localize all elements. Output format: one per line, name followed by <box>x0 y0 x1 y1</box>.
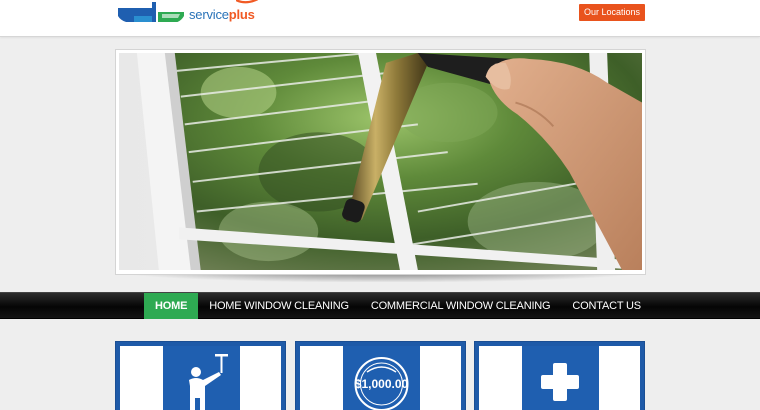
card-center: $1,000.00 <box>343 346 420 410</box>
logo-text-service: service <box>189 7 229 22</box>
our-locations-button[interactable]: Our Locations <box>579 4 645 21</box>
logo-text: serviceplus <box>189 8 255 22</box>
nav-item-home[interactable]: HOME <box>144 293 199 319</box>
logo-swoosh-icon <box>236 0 258 4</box>
guarantee-amount: $1,000.00 <box>354 377 409 391</box>
nav-item-commercial-window-cleaning[interactable]: COMMERCIAL WINDOW CLEANING <box>360 293 562 319</box>
main-nav: HOME HOME WINDOW CLEANING COMMERCIAL WIN… <box>0 292 760 319</box>
nav-item-home-window-cleaning[interactable]: HOME WINDOW CLEANING <box>198 293 360 319</box>
service-card-plus[interactable] <box>474 341 645 410</box>
plus-cross-icon <box>541 363 579 401</box>
site-header: serviceplus Our Locations <box>0 0 760 37</box>
service-card-guarantee[interactable]: $1,000.00 <box>295 341 466 410</box>
logo-text-plus: plus <box>228 7 255 22</box>
hero-banner <box>115 49 646 275</box>
nav-item-contact-us[interactable]: CONTACT US <box>561 293 652 319</box>
nav-items: HOME HOME WINDOW CLEANING COMMERCIAL WIN… <box>144 293 652 320</box>
logo-mark-icon <box>118 2 184 22</box>
service-card-home-cleaning[interactable] <box>115 341 286 410</box>
card-center <box>522 346 599 410</box>
window-cleaning-photo <box>119 53 642 270</box>
window-cleaner-icon <box>189 354 228 410</box>
card-center <box>163 346 240 410</box>
